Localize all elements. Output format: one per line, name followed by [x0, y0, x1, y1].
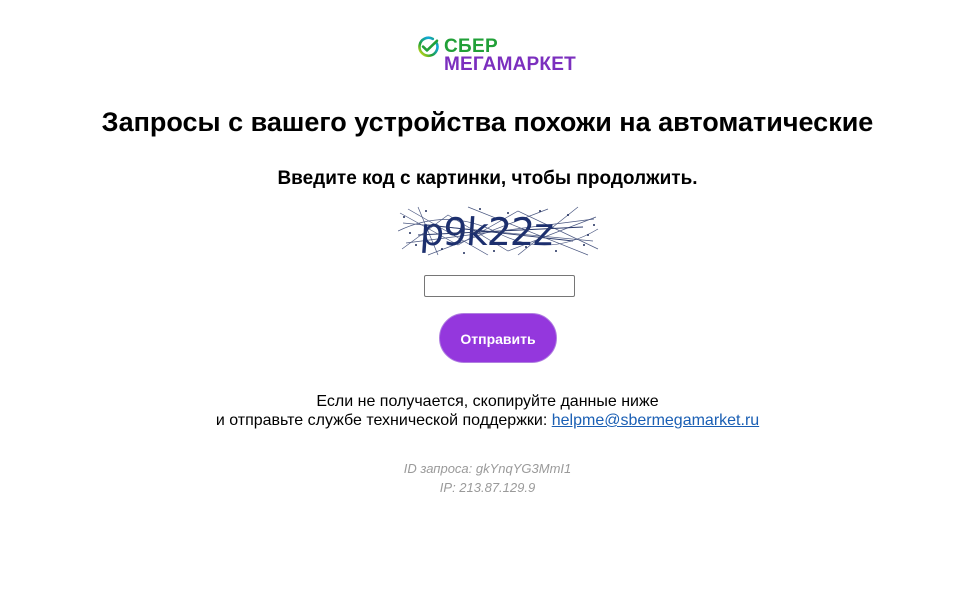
- captcha-instruction: Введите код с картинки, чтобы продолжить…: [277, 168, 698, 189]
- support-note: Если не получается, скопируйте данные ни…: [0, 392, 975, 430]
- request-meta: ID запроса: gkYnqYG3MmI1 IP: 213.87.129.…: [0, 459, 975, 497]
- sber-check-icon: [418, 36, 439, 58]
- submit-button[interactable]: Отправить: [439, 313, 557, 363]
- captcha-page: СБЕР МЕГАМАРКЕТ Запросы с вашего устройс…: [0, 0, 975, 609]
- support-note-prefix: и отправьте службе технической поддержки…: [215, 412, 552, 429]
- request-id: ID запроса: gkYnqYG3MmI1: [403, 461, 572, 476]
- client-ip: IP: 213.87.129.9: [439, 480, 536, 495]
- support-note-line1: Если не получается, скопируйте данные ни…: [316, 393, 659, 410]
- captcha-input[interactable]: [424, 275, 575, 297]
- page-title: Запросы с вашего устройства похожи на ав…: [101, 107, 874, 137]
- sbermegamarket-logo[interactable]: СБЕР МЕГАМАРКЕТ: [417, 36, 587, 76]
- logo-text-megamarket: МЕГАМАРКЕТ: [444, 54, 576, 75]
- support-email-link[interactable]: helpme@sbermegamarket.ru: [552, 412, 759, 429]
- support-note-line2: и отправьте службе технической поддержки…: [0, 411, 975, 430]
- captcha-image: p9k22z: [398, 205, 600, 257]
